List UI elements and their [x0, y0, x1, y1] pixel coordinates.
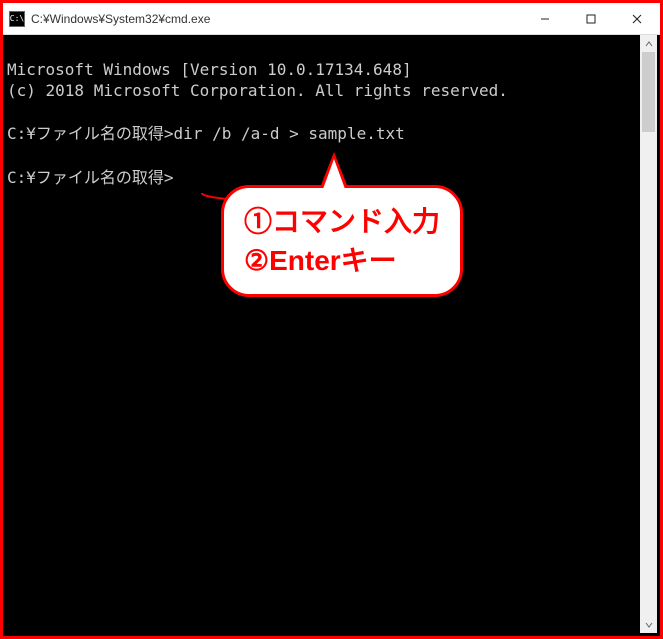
- terminal-area[interactable]: Microsoft Windows [Version 10.0.17134.64…: [3, 35, 660, 636]
- close-button[interactable]: [614, 3, 660, 34]
- scroll-track[interactable]: [640, 52, 657, 616]
- prompt-path: C:¥ファイル名の取得>: [7, 124, 174, 143]
- window-title: C:¥Windows¥System32¥cmd.exe: [31, 12, 210, 26]
- cmd-icon: C:\: [9, 11, 25, 27]
- callout-line: ②Enterキー: [244, 241, 440, 280]
- callout-line: ①コマンド入力: [244, 202, 440, 241]
- prompt-command: dir /b /a-d > sample.txt: [174, 124, 405, 143]
- terminal-line: (c) 2018 Microsoft Corporation. All righ…: [7, 81, 508, 100]
- cmd-window: C:\ C:¥Windows¥System32¥cmd.exe Microsof…: [0, 0, 663, 639]
- terminal-prompt-line: C:¥ファイル名の取得>dir /b /a-d > sample.txt: [7, 124, 405, 143]
- minimize-button[interactable]: [522, 3, 568, 34]
- chevron-up-icon: [645, 41, 653, 47]
- vertical-scrollbar[interactable]: [640, 35, 657, 633]
- scroll-down-button[interactable]: [640, 616, 657, 633]
- maximize-icon: [586, 14, 596, 24]
- prompt-path: C:¥ファイル名の取得>: [7, 168, 174, 187]
- scroll-up-button[interactable]: [640, 35, 657, 52]
- annotation-callout: ①コマンド入力 ②Enterキー: [221, 185, 463, 297]
- chevron-down-icon: [645, 622, 653, 628]
- close-icon: [632, 14, 642, 24]
- minimize-icon: [540, 14, 550, 24]
- scroll-thumb[interactable]: [642, 52, 655, 132]
- window-controls: [522, 3, 660, 34]
- terminal-prompt-line: C:¥ファイル名の取得>: [7, 168, 174, 187]
- titlebar[interactable]: C:\ C:¥Windows¥System32¥cmd.exe: [3, 3, 660, 35]
- terminal-line: Microsoft Windows [Version 10.0.17134.64…: [7, 60, 412, 79]
- maximize-button[interactable]: [568, 3, 614, 34]
